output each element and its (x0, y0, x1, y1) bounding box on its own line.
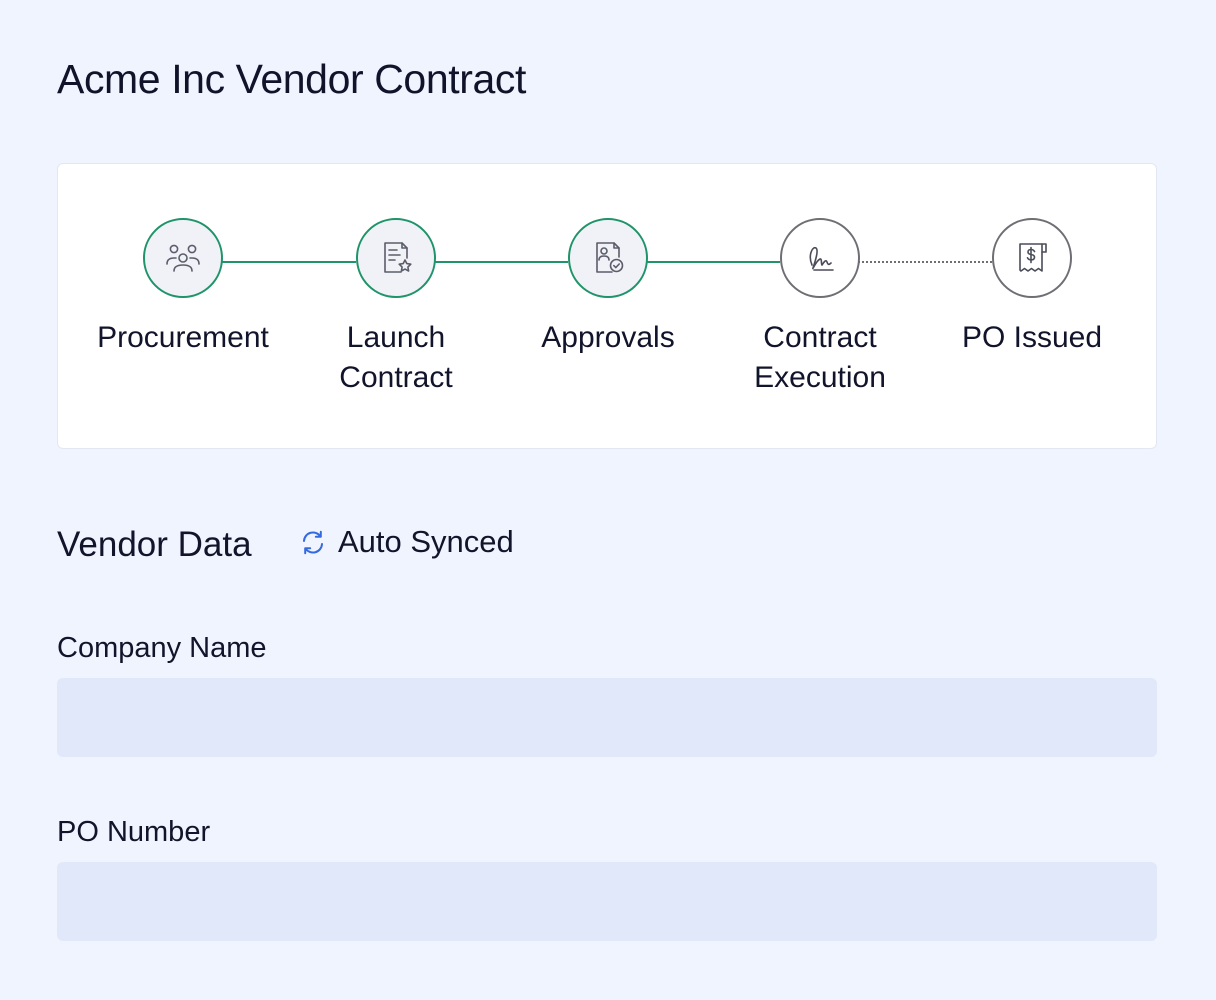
step-label-contract-execution: Contract Execution (754, 321, 886, 394)
company-name-input[interactable] (57, 678, 1157, 757)
receipt-dollar-icon (1019, 243, 1047, 272)
po-number-label: PO Number (57, 816, 211, 848)
step-connector-2 (434, 261, 568, 263)
step-approvals[interactable] (568, 218, 648, 298)
step-procurement[interactable] (143, 218, 223, 298)
company-name-label: Company Name (57, 632, 267, 664)
signature-icon (809, 246, 834, 271)
step-connector-1 (222, 261, 356, 263)
step-launch-contract[interactable] (356, 218, 436, 298)
progress-stepper-card (57, 163, 1157, 449)
step-po-issued[interactable] (992, 218, 1072, 298)
auto-sync-label: Auto Synced (338, 524, 514, 559)
page-title: Acme Inc Vendor Contract (57, 56, 526, 102)
step-label-launch-contract: Launch Contract (339, 321, 453, 394)
document-approval-icon (596, 242, 624, 273)
step-label-po-issued: PO Issued (961, 321, 1103, 354)
users-group-icon (166, 244, 200, 272)
auto-sync-status: Auto Synced (298, 524, 514, 560)
step-label-approvals: Approvals (541, 321, 675, 354)
po-number-input[interactable] (57, 862, 1157, 941)
step-contract-execution[interactable] (780, 218, 860, 298)
document-star-icon (384, 242, 412, 273)
step-label-procurement: Procurement (97, 321, 269, 354)
vendor-data-heading: Vendor Data (57, 525, 252, 564)
step-connector-4 (858, 261, 992, 263)
sync-icon (303, 530, 323, 555)
step-connector-3 (646, 261, 780, 263)
